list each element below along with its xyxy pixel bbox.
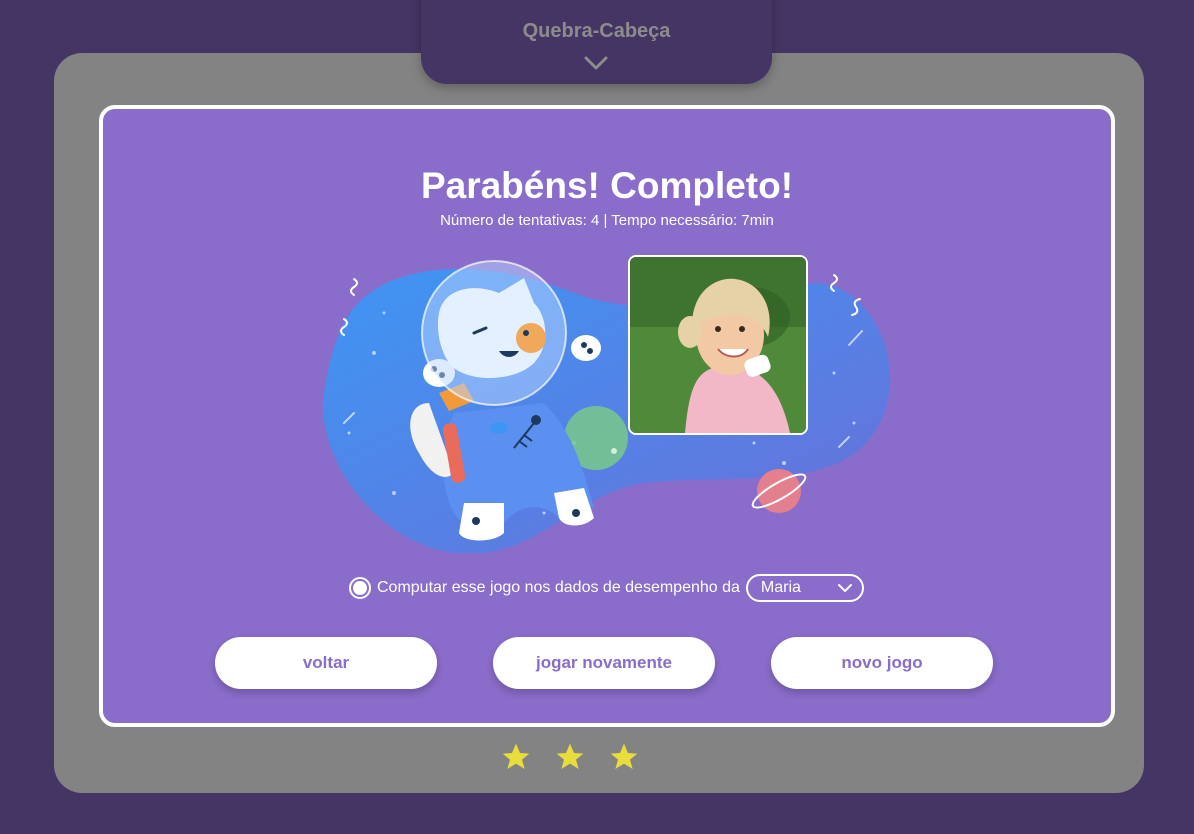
new-game-button[interactable]: novo jogo (771, 637, 993, 689)
result-stats: Número de tentativas: 4 | Tempo necessár… (440, 212, 774, 229)
star-icon (502, 743, 530, 769)
rating-stars (500, 741, 640, 773)
result-title: Parabéns! Completo! (420, 165, 794, 206)
result-card: Parabéns! Completo! Número de tentativas… (99, 105, 1115, 727)
play-again-button[interactable]: jogar novamente (493, 637, 715, 689)
performance-row: Computar esse jogo nos dados de desempen… (349, 571, 864, 605)
player-select[interactable]: Maria (745, 574, 864, 602)
star-icon (610, 743, 638, 769)
radio-dot (353, 581, 367, 595)
child-photo (628, 255, 808, 435)
star-icon (556, 743, 584, 769)
performance-radio[interactable] (349, 577, 371, 599)
back-button[interactable]: voltar (215, 637, 437, 689)
chevron-down-icon (837, 583, 852, 592)
game-title-tab[interactable]: Quebra-Cabeça (421, 0, 772, 84)
game-title: Quebra-Cabeça (522, 20, 671, 42)
player-select-value: Maria (760, 579, 801, 596)
performance-label: Computar esse jogo nos dados de desempen… (377, 579, 740, 596)
chevron-down-icon[interactable] (584, 56, 608, 70)
